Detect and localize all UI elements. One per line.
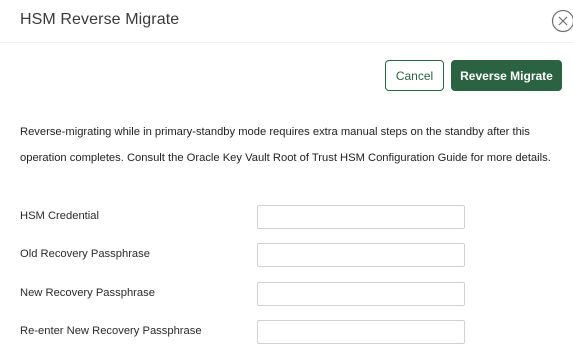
reverse-migrate-button[interactable]: Reverse Migrate — [451, 60, 562, 91]
warning-message: Reverse-migrating while in primary-stand… — [20, 126, 551, 164]
hsm-credential-label: HSM Credential — [20, 210, 99, 222]
dialog-header: HSM Reverse Migrate — [0, 0, 573, 43]
cancel-button[interactable]: Cancel — [385, 60, 444, 91]
form-row-reenter-recovery-passphrase: Re-enter New Recovery Passphrase — [20, 320, 466, 344]
old-recovery-passphrase-label: Old Recovery Passphrase — [20, 248, 150, 260]
hsm-reverse-migrate-dialog: HSM Reverse Migrate Cancel Reverse Migra… — [0, 0, 573, 345]
reenter-recovery-passphrase-input[interactable] — [257, 320, 465, 344]
reenter-recovery-passphrase-label: Re-enter New Recovery Passphrase — [20, 325, 202, 337]
old-recovery-passphrase-input[interactable] — [257, 243, 465, 267]
form-row-old-recovery-passphrase: Old Recovery Passphrase — [20, 243, 466, 267]
hsm-credential-input[interactable] — [257, 205, 465, 229]
dialog-title: HSM Reverse Migrate — [20, 11, 180, 28]
new-recovery-passphrase-label: New Recovery Passphrase — [20, 287, 155, 299]
new-recovery-passphrase-input[interactable] — [257, 282, 465, 306]
dialog-actions: Cancel Reverse Migrate — [385, 60, 562, 91]
close-icon[interactable] — [551, 9, 573, 33]
form-row-hsm-credential: HSM Credential — [20, 205, 466, 229]
form-row-new-recovery-passphrase: New Recovery Passphrase — [20, 282, 466, 306]
